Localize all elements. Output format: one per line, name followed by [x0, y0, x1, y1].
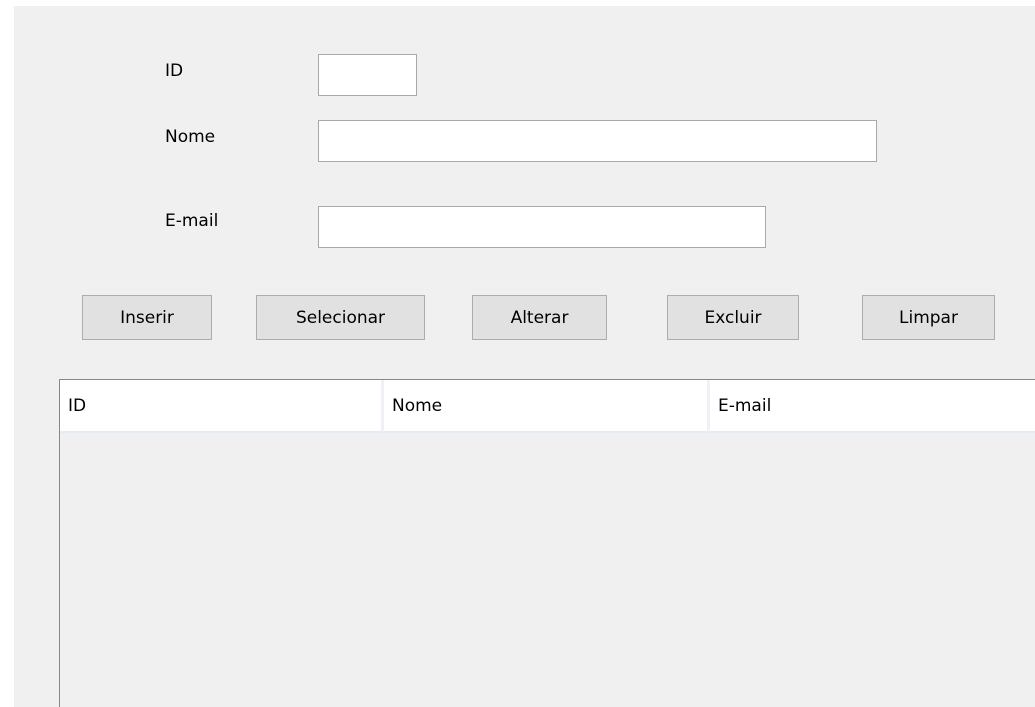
column-header-id[interactable]: ID — [60, 380, 384, 433]
nome-input[interactable] — [318, 120, 877, 162]
excluir-button[interactable]: Excluir — [667, 295, 799, 340]
column-header-email[interactable]: E-mail — [710, 380, 1035, 433]
alterar-button[interactable]: Alterar — [472, 295, 607, 340]
records-table[interactable]: ID Nome E-mail — [59, 379, 1035, 707]
id-input[interactable] — [318, 54, 417, 96]
email-label: E-mail — [165, 211, 219, 231]
limpar-button[interactable]: Limpar — [862, 295, 995, 340]
id-label: ID — [165, 61, 184, 81]
email-input[interactable] — [318, 206, 766, 248]
table-header: ID Nome E-mail — [60, 380, 1035, 433]
column-header-nome[interactable]: Nome — [384, 380, 710, 433]
inserir-button[interactable]: Inserir — [82, 295, 212, 340]
table-body[interactable] — [60, 433, 1035, 707]
selecionar-button[interactable]: Selecionar — [256, 295, 425, 340]
nome-label: Nome — [165, 127, 216, 147]
